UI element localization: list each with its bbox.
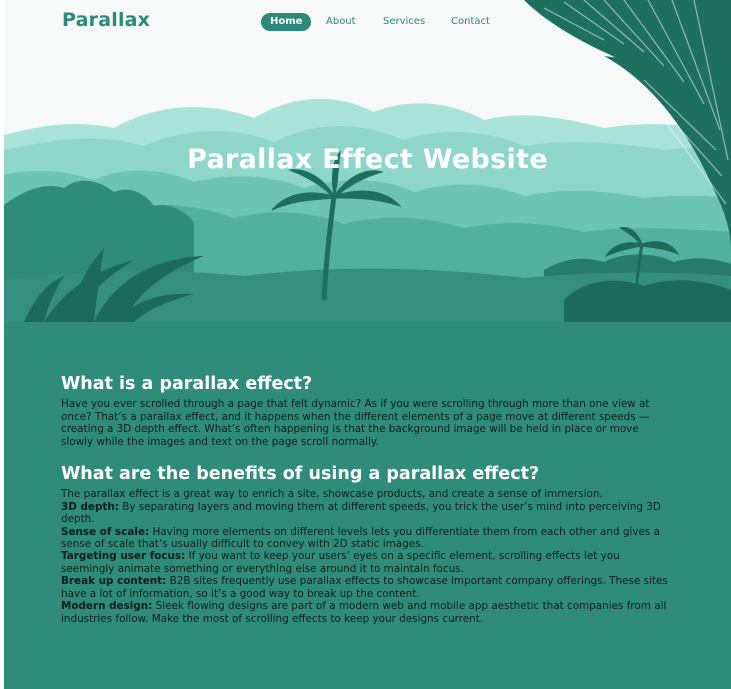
benefit-item-sense-of-scale: Sense of scale: Having more elements on … (61, 526, 673, 551)
benefit-item-modern-design: Modern design: Sleek flowing designs are… (61, 600, 673, 625)
benefit-term: Break up content: (61, 575, 167, 588)
benefit-term: Modern design: (61, 600, 153, 613)
section-paragraph-what-is: Have you ever scrolled through a page th… (61, 398, 650, 448)
section-heading-what-is: What is a parallax effect? (61, 374, 313, 394)
brand-logo[interactable]: Parallax (62, 9, 150, 31)
nav-item-services[interactable]: Services (383, 13, 425, 31)
nav-item-about[interactable]: About (326, 13, 356, 31)
page-frame: Parallax Home About Services Contact Par… (4, 0, 731, 689)
benefit-term: Sense of scale: (61, 525, 150, 538)
benefit-text: Sleek flowing designs are part of a mode… (61, 600, 667, 625)
hero-section: Parallax Home About Services Contact Par… (4, 0, 731, 322)
benefits-intro: The parallax effect is a great way to en… (61, 488, 603, 501)
benefit-term: 3D depth: (61, 500, 119, 513)
benefit-text: Having more elements on different levels… (61, 525, 660, 551)
benefit-item-targeting-focus: Targeting user focus: If you want to kee… (61, 550, 673, 575)
benefit-item-3d-depth: 3D depth: By separating layers and movin… (61, 501, 673, 526)
nav-item-home[interactable]: Home (261, 13, 312, 31)
main-content: What is a parallax effect? Have you ever… (61, 374, 673, 625)
hero-title: Parallax Effect Website (187, 144, 548, 175)
benefit-item-break-up-content: Break up content: B2B sites frequently u… (61, 575, 673, 600)
nav-item-contact[interactable]: Contact (451, 13, 490, 31)
section-heading-benefits: What are the benefits of using a paralla… (61, 464, 540, 485)
benefit-text: By separating layers and moving them at … (61, 500, 661, 526)
benefit-term: Targeting user focus: (61, 550, 186, 563)
